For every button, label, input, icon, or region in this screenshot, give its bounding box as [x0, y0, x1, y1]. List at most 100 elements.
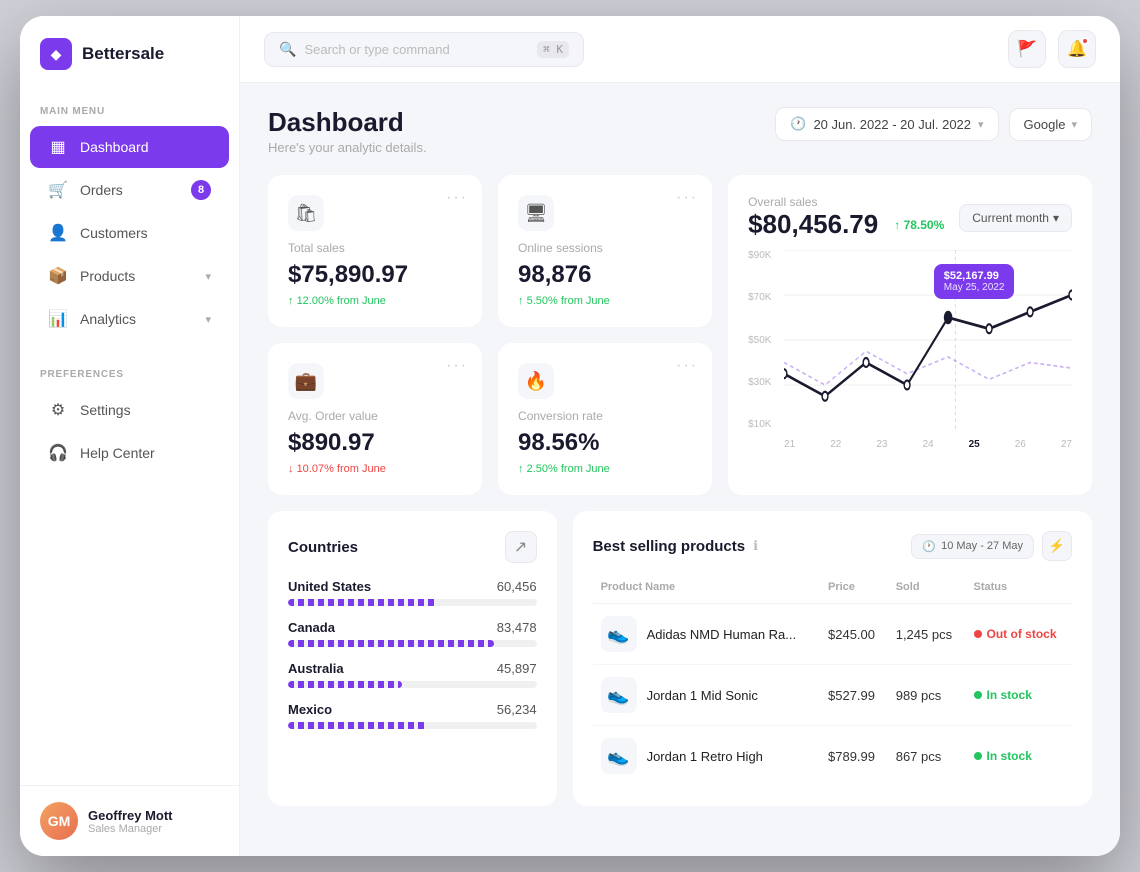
main-content: 🔍 Search or type command ⌘ K 🚩 🔔 Dashboa…: [240, 16, 1120, 856]
orders-icon: 🛒: [48, 180, 68, 200]
chevron-down-icon: ▾: [205, 270, 211, 283]
product-name-cell: 👟 Adidas NMD Human Ra...: [593, 604, 820, 665]
logo: ◆ Bettersale: [20, 16, 239, 88]
products-title: Best selling products: [593, 538, 746, 555]
countries-header: Countries ↗: [288, 531, 537, 563]
stat-change: 2.50% from June: [518, 463, 692, 475]
product-price: $527.99: [820, 665, 888, 726]
avg-order-icon: 💼: [288, 363, 324, 399]
pref-nav: ⚙ Settings 🎧 Help Center: [20, 388, 239, 475]
card-menu-icon[interactable]: ···: [446, 357, 468, 375]
clock-icon: 🕐: [790, 116, 806, 132]
col-price: Price: [820, 575, 888, 604]
progress-fill: [288, 599, 437, 606]
chart-title-block: Overall sales $80,456.79 ↑ 78.50%: [748, 195, 944, 240]
chart-label: Overall sales: [748, 195, 944, 209]
table-row: 👟 Jordan 1 Retro High $789.99 867 pcs: [593, 726, 1072, 787]
online-sessions-icon: 🖥: [518, 195, 554, 231]
chart-svg: $52,167.99 May 25, 2022: [784, 250, 1072, 430]
sidebar-item-label: Products: [80, 268, 135, 284]
stat-card-online-sessions: ··· 🖥 Online sessions 98,876 5.50% from …: [498, 175, 712, 327]
chevron-down-icon: ▾: [978, 118, 984, 131]
progress-fill: [288, 640, 494, 647]
sidebar-item-dashboard[interactable]: ▦ Dashboard: [30, 126, 229, 168]
status-text: Out of stock: [987, 627, 1057, 641]
status-dot-in: [974, 752, 982, 760]
date-range-text: 20 Jun. 2022 - 20 Jul. 2022: [813, 117, 971, 132]
status-dot-in: [974, 691, 982, 699]
chevron-down-icon: ▾: [1071, 118, 1077, 131]
country-row: Mexico 56,234: [288, 702, 537, 729]
sidebar-item-label: Orders: [80, 182, 123, 198]
stat-label: Conversion rate: [518, 409, 692, 423]
search-bar[interactable]: 🔍 Search or type command ⌘ K: [264, 32, 584, 67]
chart-lines: [784, 250, 1072, 430]
source-picker[interactable]: Google ▾: [1009, 108, 1092, 141]
product-sold: 867 pcs: [888, 726, 966, 787]
col-product-name: Product name: [593, 575, 820, 604]
user-name: Geoffrey Mott: [88, 808, 173, 823]
stat-card-total-sales: ··· 🛍 Total sales $75,890.97 12.00% from…: [268, 175, 482, 327]
flags-button[interactable]: 🚩: [1008, 30, 1046, 68]
progress-bar: [288, 640, 537, 647]
sidebar-item-settings[interactable]: ⚙ Settings: [30, 389, 229, 431]
product-name: Jordan 1 Mid Sonic: [647, 688, 758, 703]
stat-change: 10.07% from June: [288, 463, 462, 475]
product-status: Out of stock: [966, 604, 1072, 665]
sidebar-item-orders[interactable]: 🛒 Orders 8: [30, 169, 229, 211]
stat-card-avg-order: ··· 💼 Avg. Order value $890.97 10.07% fr…: [268, 343, 482, 495]
sidebar-item-products[interactable]: 📦 Products ▾: [30, 255, 229, 297]
user-role: Sales Manager: [88, 823, 173, 835]
product-name-cell: 👟 Jordan 1 Mid Sonic: [593, 665, 820, 726]
date-range-picker[interactable]: 🕐 20 Jun. 2022 - 20 Jul. 2022 ▾: [775, 107, 998, 141]
notification-dot: [1081, 37, 1089, 45]
product-thumb: 👟: [601, 616, 637, 652]
table-row: 👟 Adidas NMD Human Ra... $245.00 1,245 p…: [593, 604, 1072, 665]
product-sold: 989 pcs: [888, 665, 966, 726]
chart-x-labels: 21 22 23 24 25 26 27: [784, 439, 1072, 450]
sidebar-item-customers[interactable]: 👤 Customers: [30, 212, 229, 254]
card-menu-icon[interactable]: ···: [446, 189, 468, 207]
sidebar-item-label: Customers: [80, 225, 148, 241]
product-name: Jordan 1 Retro High: [647, 749, 763, 764]
chart-period-button[interactable]: Current month ▾: [959, 204, 1072, 232]
chart-change: ↑ 78.50%: [894, 218, 944, 232]
source-text: Google: [1024, 117, 1066, 132]
sidebar-item-analytics[interactable]: 📊 Analytics ▾: [30, 298, 229, 340]
sidebar-item-label: Analytics: [80, 311, 136, 327]
status-text: In stock: [987, 749, 1032, 763]
country-name: Australia: [288, 661, 344, 676]
notifications-button[interactable]: 🔔: [1058, 30, 1096, 68]
export-button[interactable]: ↗: [505, 531, 537, 563]
product-price: $789.99: [820, 726, 888, 787]
filter-button[interactable]: ⚡: [1042, 531, 1072, 561]
chart-header: Overall sales $80,456.79 ↑ 78.50% Curren…: [748, 195, 1072, 240]
progress-fill: [288, 722, 427, 729]
search-placeholder: Search or type command: [304, 42, 529, 57]
page-subtitle: Here's your analytic details.: [268, 140, 427, 155]
progress-bar: [288, 599, 537, 606]
country-value: 60,456: [497, 579, 537, 594]
country-value: 83,478: [497, 620, 537, 635]
analytics-icon: 📊: [48, 309, 68, 329]
app-window: ◆ Bettersale MAIN MENU ▦ Dashboard 🛒 Ord…: [20, 16, 1120, 856]
keyboard-shortcut: ⌘ K: [537, 41, 569, 58]
clock-icon: 🕐: [922, 540, 936, 553]
sidebar-item-label: Help Center: [80, 445, 155, 461]
progress-fill: [288, 681, 402, 688]
help-icon: 🎧: [48, 443, 68, 463]
page-title-block: Dashboard Here's your analytic details.: [268, 107, 427, 155]
countries-title: Countries: [288, 539, 358, 556]
info-icon[interactable]: ℹ: [753, 538, 758, 554]
card-menu-icon[interactable]: ···: [676, 357, 698, 375]
product-status: In stock: [966, 726, 1072, 787]
sidebar-item-help[interactable]: 🎧 Help Center: [30, 432, 229, 474]
stat-value: 98.56%: [518, 429, 692, 457]
logo-icon: ◆: [40, 38, 72, 70]
product-name-cell: 👟 Jordan 1 Retro High: [593, 726, 820, 787]
col-sold: Sold: [888, 575, 966, 604]
stat-label: Avg. Order value: [288, 409, 462, 423]
card-menu-icon[interactable]: ···: [676, 189, 698, 207]
dashboard-icon: ▦: [48, 137, 68, 157]
country-name: Canada: [288, 620, 335, 635]
